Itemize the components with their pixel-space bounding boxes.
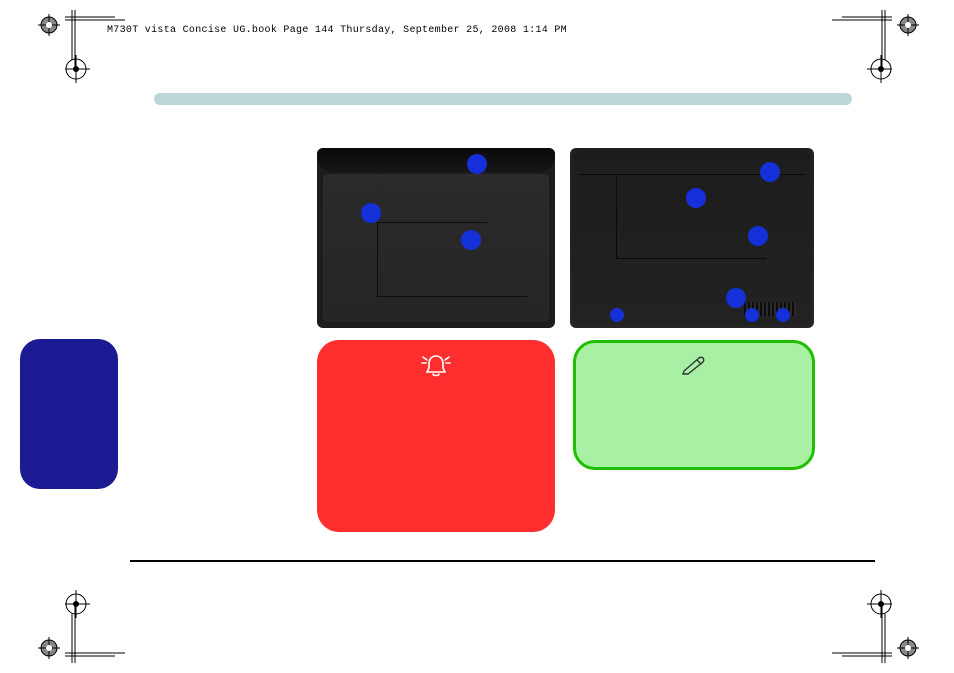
registration-mark-icon [897, 637, 919, 659]
callout-dot-icon [686, 188, 706, 208]
section-heading-bar [154, 93, 852, 105]
callout-dot-icon [361, 203, 381, 223]
chapter-tab [20, 339, 118, 489]
callout-dot-icon [461, 230, 481, 250]
callout-dot-icon [745, 308, 759, 322]
alarm-bell-icon [420, 352, 452, 385]
warning-box [317, 340, 555, 532]
callout-dot-icon [760, 162, 780, 182]
callout-dot-icon [748, 226, 768, 246]
laptop-underside-photo-left [317, 148, 555, 328]
callout-dot-icon [726, 288, 746, 308]
callout-dot-icon [467, 154, 487, 174]
callout-dot-icon [776, 308, 790, 322]
callout-dot-icon [610, 308, 624, 322]
crop-marks-icon [65, 10, 145, 90]
registration-mark-icon [38, 637, 60, 659]
registration-mark-icon [38, 14, 60, 36]
laptop-underside-photo-right [570, 148, 814, 328]
footer-rule [130, 560, 875, 562]
crop-marks-icon [812, 583, 892, 663]
crop-marks-icon [65, 583, 145, 663]
registration-mark-icon [897, 14, 919, 36]
note-box [573, 340, 815, 470]
crop-marks-icon [812, 10, 892, 90]
page-header-text: M730T vista Concise UG.book Page 144 Thu… [107, 25, 567, 36]
pen-icon [681, 355, 707, 380]
